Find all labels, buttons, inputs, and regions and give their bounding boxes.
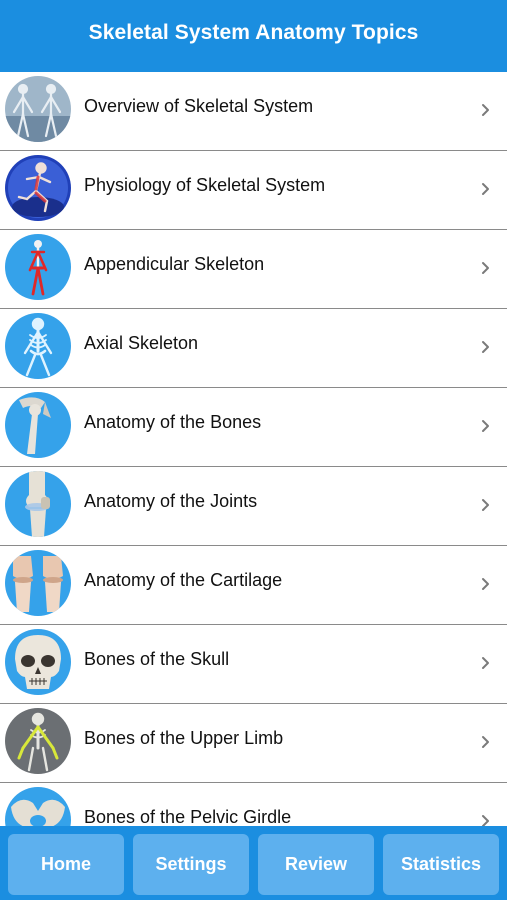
- appendicular-skeleton-icon: [5, 234, 71, 300]
- topic-row-appendicular[interactable]: Appendicular Skeleton: [0, 230, 507, 309]
- topic-row-physiology[interactable]: Physiology of Skeletal System: [0, 151, 507, 230]
- topic-label: Anatomy of the Joints: [84, 491, 258, 511]
- topic-label: Bones of the Upper Limb: [84, 728, 284, 748]
- topic-list[interactable]: Overview of Skeletal System Physiology o…: [0, 72, 507, 826]
- chevron-right-icon: [478, 258, 494, 278]
- topic-label: Bones of the Pelvic Girdle: [84, 807, 292, 826]
- topic-label: Axial Skeleton: [84, 333, 199, 353]
- topic-row-overview[interactable]: Overview of Skeletal System: [0, 72, 507, 151]
- chevron-right-icon: [478, 495, 494, 515]
- topic-label: Anatomy of the Bones: [84, 412, 262, 432]
- topic-label: Anatomy of the Cartilage: [84, 570, 283, 590]
- chevron-right-icon: [478, 416, 494, 436]
- topic-row-upper-limb[interactable]: Bones of the Upper Limb: [0, 704, 507, 783]
- skeleton-overview-icon: [5, 76, 71, 142]
- chevron-right-icon: [478, 179, 494, 199]
- topic-row-cartilage[interactable]: Anatomy of the Cartilage: [0, 546, 507, 625]
- axial-skeleton-icon: [5, 313, 71, 379]
- header-bar: Skeletal System Anatomy Topics: [0, 0, 507, 72]
- settings-button[interactable]: Settings: [133, 834, 249, 895]
- pelvis-icon: [5, 787, 71, 826]
- bottom-tab-bar: Home Settings Review Statistics: [0, 826, 507, 900]
- home-button[interactable]: Home: [8, 834, 124, 895]
- topic-label: Physiology of Skeletal System: [84, 175, 326, 195]
- cartilage-icon: [5, 550, 71, 616]
- upper-limb-icon: [5, 708, 71, 774]
- topic-label: Bones of the Skull: [84, 649, 230, 669]
- topic-row-skull[interactable]: Bones of the Skull: [0, 625, 507, 704]
- chevron-right-icon: [478, 100, 494, 120]
- topic-row-bones[interactable]: Anatomy of the Bones: [0, 388, 507, 467]
- topic-row-pelvic-girdle[interactable]: Bones of the Pelvic Girdle: [0, 783, 507, 826]
- topic-row-axial[interactable]: Axial Skeleton: [0, 309, 507, 388]
- page-title: Skeletal System Anatomy Topics: [88, 21, 419, 44]
- topic-label: Appendicular Skeleton: [84, 254, 265, 274]
- chevron-right-icon: [478, 811, 494, 826]
- chevron-right-icon: [478, 574, 494, 594]
- statistics-button[interactable]: Statistics: [383, 834, 499, 895]
- running-skeleton-icon: [5, 155, 71, 221]
- topic-label: Overview of Skeletal System: [84, 96, 314, 116]
- shoulder-bone-icon: [5, 392, 71, 458]
- skull-icon: [5, 629, 71, 695]
- topic-row-joints[interactable]: Anatomy of the Joints: [0, 467, 507, 546]
- knee-joint-icon: [5, 471, 71, 537]
- chevron-right-icon: [478, 653, 494, 673]
- chevron-right-icon: [478, 337, 494, 357]
- review-button[interactable]: Review: [258, 834, 374, 895]
- chevron-right-icon: [478, 732, 494, 752]
